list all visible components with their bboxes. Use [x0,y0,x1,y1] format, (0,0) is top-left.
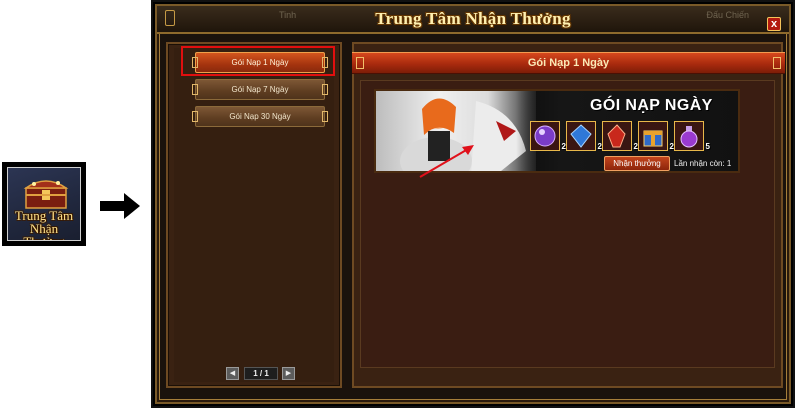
claim-reward-button[interactable]: Nhận thưởng [604,156,670,171]
blue-crystal-icon [570,124,592,148]
page-indicator: 1 / 1 [244,367,278,380]
highlight-box [181,46,335,76]
tab-7-day-package[interactable]: Gói Nạp 7 Ngày [192,79,328,100]
detail-header: Gói Nạp 1 Ngày [352,52,785,74]
window-title: Trung Tâm Nhận Thưởng [375,9,571,28]
reward-item[interactable]: 2 [566,121,602,151]
launcher-label: Trung Tâm Nhận Thưởng [14,208,74,240]
potion-bottle-icon [680,126,698,148]
tab-label: Gói Nạp 7 Ngày [231,85,289,94]
pack-title: GÓI NẠP NGÀY [590,97,713,114]
red-crystal-icon [607,124,626,148]
reward-item[interactable]: 5 [674,121,710,151]
header-ornament-right [773,57,781,69]
close-button[interactable]: x [767,17,781,31]
reward-item[interactable]: 2 [530,121,566,151]
package-detail-panel: Gói Nạp 1 Ngày GÓI NẠP NGÀY 2 2 2 2 5 Nh… [352,42,785,388]
next-page-button[interactable]: ▶ [282,367,295,380]
remaining-claims: Lần nhận còn: 1 [674,159,732,168]
tab-label: Gói Nạp 30 Ngày [229,112,291,121]
launcher-frame: Trung Tâm Nhận Thưởng [7,167,81,241]
pagination: ◀ 1 / 1 ▶ [226,367,296,380]
gift-box-icon [643,130,663,147]
treasure-chest-icon [23,180,69,209]
tab-ornament-right [322,111,328,122]
tab-ornament-right [322,84,328,95]
reward-center-launcher[interactable]: Trung Tâm Nhận Thưởng [2,162,86,246]
title-bar: Tinh Đấu Chiến Trung Tâm Nhận Thưởng x [157,6,789,34]
reward-items: 2 2 2 2 5 [530,121,738,153]
prev-page-button[interactable]: ◀ [226,367,239,380]
reward-item[interactable]: 2 [638,121,674,151]
reward-center-window: Tinh Đấu Chiến Trung Tâm Nhận Thưởng x G… [155,4,791,404]
tab-ornament-left [192,111,198,122]
purple-orb-icon [534,125,556,147]
item-quantity: 5 [705,142,710,151]
tab-ornament-left [192,84,198,95]
red-pointer-arrow [419,145,474,178]
detail-header-title: Gói Nạp 1 Ngày [527,57,610,69]
screenshot: Trung Tâm Nhận Thưởng Tinh Đấu Chiến Tru… [0,0,795,408]
arrow-right-icon [100,193,140,219]
reward-item[interactable]: 2 [602,121,638,151]
tab-30-day-package[interactable]: Gói Nạp 30 Ngày [192,106,328,127]
